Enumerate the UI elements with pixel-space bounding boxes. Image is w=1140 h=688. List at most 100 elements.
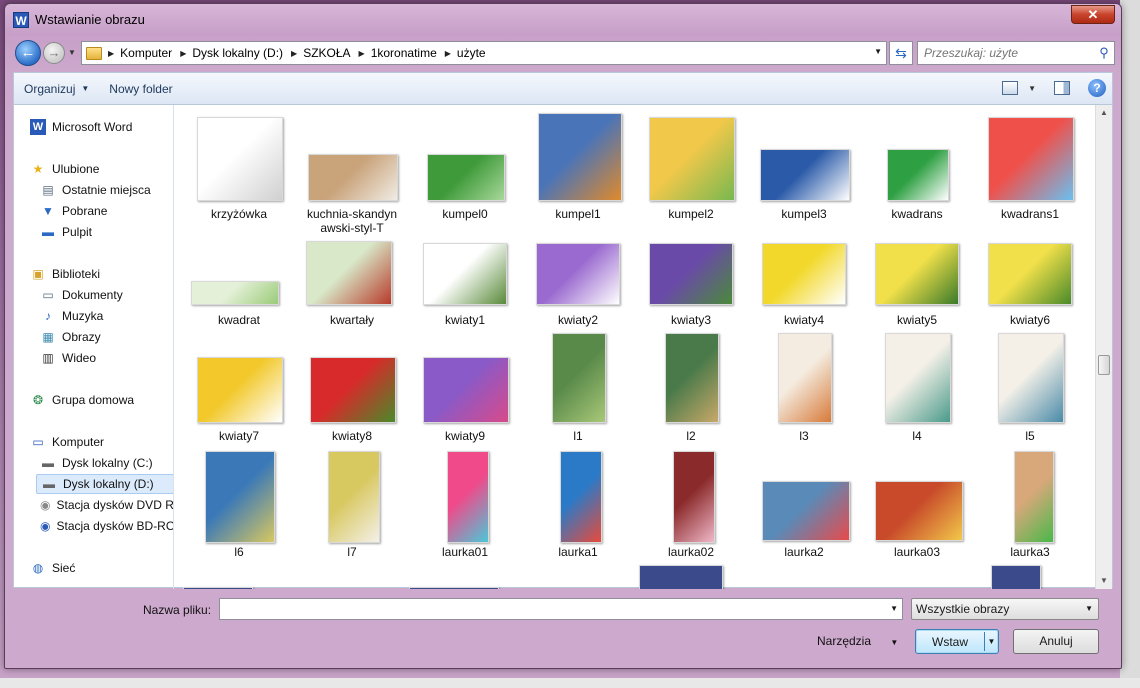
file-name-label: laurka3 (1010, 545, 1050, 559)
filename-field[interactable]: ▼ (219, 598, 903, 620)
nav-item[interactable]: W Microsoft Word (26, 117, 173, 137)
nav-item[interactable]: ▬ Pulpit (36, 222, 173, 242)
recent-pages-dropdown[interactable]: ▼ (68, 48, 76, 57)
filename-dropdown-icon[interactable]: ▼ (890, 604, 898, 613)
file-name-label: kwadrans1 (1000, 207, 1060, 221)
file-thumbnail[interactable] (673, 451, 715, 543)
file-thumbnail[interactable] (988, 117, 1074, 201)
breadcrumb-item[interactable]: ▶ SZKOŁA (291, 46, 351, 60)
nav-item[interactable]: ▬ Dysk lokalny (D:) (36, 474, 173, 494)
file-thumbnail[interactable] (988, 243, 1072, 305)
breadcrumb-item[interactable]: ▶ Dysk lokalny (D:) (180, 46, 283, 60)
search-icon[interactable]: ⚲ (1094, 45, 1114, 61)
nav-item[interactable]: ◉ Stacja dysków BD-ROM (36, 516, 173, 536)
preview-pane-icon[interactable] (1054, 81, 1070, 95)
nav-item[interactable]: ▭ Komputer (26, 432, 173, 452)
breadcrumb-separator-icon[interactable]: ▶ (108, 49, 114, 58)
file-thumbnail[interactable] (762, 481, 850, 541)
address-bar[interactable]: ▶ Komputer ▶ Dysk lokalny (D:) ▶ SZKOŁA ▶ 1koro… (81, 41, 887, 65)
insert-button[interactable]: Wstaw ▼ (915, 629, 999, 654)
file-thumbnail[interactable] (409, 587, 499, 589)
title-bar: W Wstawianie obrazu ✕ (5, 4, 1121, 34)
file-thumbnail[interactable] (328, 451, 380, 543)
nav-item[interactable]: ▤ Ostatnie miejsca (36, 180, 173, 200)
back-button[interactable]: ← (15, 40, 41, 66)
breadcrumb-separator-icon[interactable]: ▶ (445, 49, 451, 58)
file-thumbnail[interactable] (885, 333, 951, 423)
help-icon[interactable]: ? (1088, 79, 1106, 97)
file-thumbnail[interactable] (887, 149, 949, 201)
change-view-icon[interactable] (1002, 81, 1019, 95)
file-thumbnail[interactable] (552, 333, 606, 423)
refresh-button[interactable]: ⇆ (889, 41, 913, 65)
breadcrumb-item[interactable]: ▶ użyte (445, 46, 486, 60)
file-name-label: kuchnia-skandynawski-styl-T (306, 207, 398, 235)
cancel-button[interactable]: Anuluj (1013, 629, 1099, 654)
file-thumbnail[interactable] (427, 154, 505, 201)
file-thumbnail[interactable] (197, 357, 283, 423)
file-type-select[interactable]: Wszystkie obrazy ▼ (911, 598, 1099, 620)
breadcrumb-separator-icon[interactable]: ▶ (180, 49, 186, 58)
scroll-thumb[interactable] (1098, 355, 1110, 375)
file-thumbnail[interactable] (649, 243, 733, 305)
file-thumbnail[interactable] (875, 243, 959, 305)
file-thumbnail[interactable] (191, 281, 279, 305)
file-thumbnail[interactable] (447, 451, 489, 543)
file-thumbnail[interactable] (760, 149, 850, 201)
file-thumbnail[interactable] (423, 357, 509, 423)
insert-options-chevron-icon[interactable]: ▼ (984, 632, 998, 651)
nav-item[interactable]: ▣ Biblioteki (26, 264, 173, 284)
file-thumbnail[interactable] (423, 243, 507, 305)
search-input[interactable] (924, 46, 1094, 60)
nav-item[interactable]: ▬ Dysk lokalny (C:) (36, 453, 173, 473)
nav-item[interactable]: ❂ Grupa domowa (26, 390, 173, 410)
breadcrumb-item[interactable]: ▶ 1koronatime (359, 46, 437, 60)
file-thumbnail[interactable] (560, 451, 602, 543)
nav-item[interactable]: ★ Ulubione (26, 159, 173, 179)
scroll-down-icon[interactable]: ▼ (1096, 573, 1112, 589)
file-thumbnail[interactable] (197, 117, 283, 201)
file-thumbnail[interactable] (306, 241, 392, 305)
file-thumbnail[interactable] (778, 333, 832, 423)
nav-item[interactable]: ◉ Stacja dysków DVD RW (36, 495, 173, 515)
forward-button[interactable]: → (43, 42, 65, 64)
filename-input[interactable] (220, 599, 902, 619)
view-options-chevron-icon[interactable]: ▼ (1028, 84, 1036, 93)
file-thumbnail[interactable] (538, 113, 622, 201)
file-thumbnail[interactable] (310, 357, 396, 423)
file-thumbnail[interactable] (183, 587, 253, 589)
file-thumbnail[interactable] (639, 565, 723, 589)
close-button[interactable]: ✕ (1071, 5, 1115, 24)
file-thumbnail[interactable] (665, 333, 719, 423)
breadcrumb-item[interactable]: ▶ Komputer (108, 46, 172, 60)
file-name-label: kwadrans (891, 207, 943, 221)
file-thumbnail[interactable] (998, 333, 1064, 423)
file-thumbnail[interactable] (308, 154, 398, 201)
file-thumbnail[interactable] (875, 481, 963, 541)
file-name-label: kwiaty7 (218, 429, 259, 443)
file-thumbnail[interactable] (1014, 451, 1054, 543)
new-folder-button[interactable]: Nowy folder (99, 73, 182, 105)
vertical-scrollbar[interactable]: ▲ ▼ (1095, 105, 1112, 589)
nav-item[interactable]: ▭ Dokumenty (36, 285, 173, 305)
breadcrumb-separator-icon[interactable]: ▶ (359, 49, 365, 58)
file-thumbnail[interactable] (991, 565, 1041, 589)
tools-menu[interactable]: Narzędzia ▼ (817, 634, 898, 648)
nav-item[interactable]: ▥ Wideo (36, 348, 173, 368)
nav-item[interactable]: ▦ Obrazy (36, 327, 173, 347)
address-dropdown-icon[interactable]: ▼ (874, 47, 882, 56)
search-box[interactable]: ⚲ (917, 41, 1115, 65)
file-thumbnail[interactable] (536, 243, 620, 305)
file-thumbnail[interactable] (649, 117, 735, 201)
file-type-value: Wszystkie obrazy (916, 602, 1010, 616)
nav-item-label: Pulpit (62, 225, 93, 239)
nav-item[interactable]: ▼ Pobrane (36, 201, 173, 221)
nav-item[interactable]: ♪ Muzyka (36, 306, 173, 326)
scroll-up-icon[interactable]: ▲ (1096, 105, 1112, 121)
nav-item[interactable]: ◍ Sieć (26, 558, 173, 578)
file-thumbnail[interactable] (762, 243, 846, 305)
organize-menu[interactable]: Organizuj ▼ (14, 73, 99, 105)
file-thumbnail[interactable] (205, 451, 275, 543)
nav-item-label: Ostatnie miejsca (62, 183, 151, 197)
breadcrumb-separator-icon[interactable]: ▶ (291, 49, 297, 58)
